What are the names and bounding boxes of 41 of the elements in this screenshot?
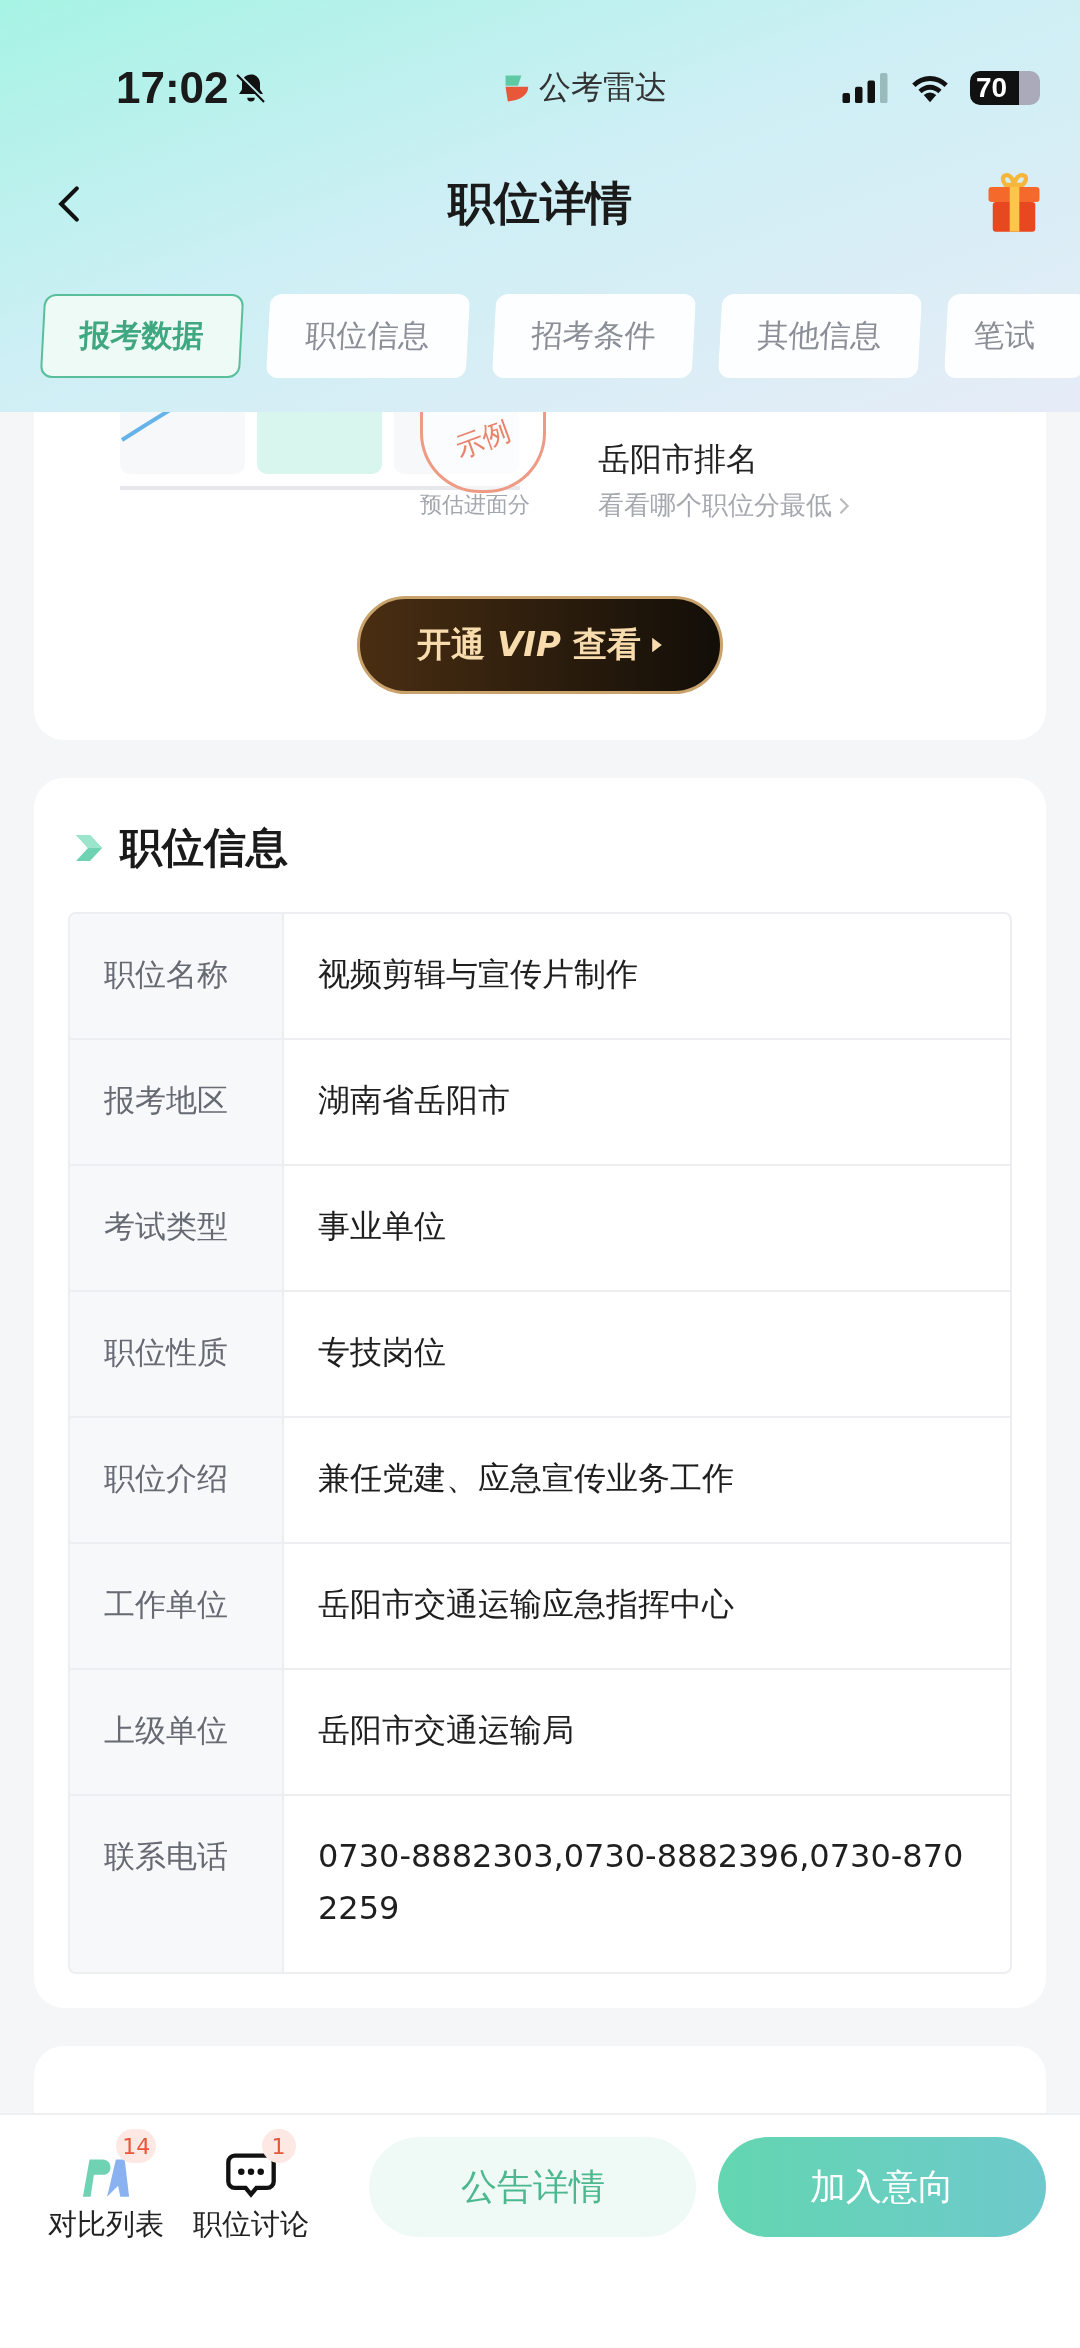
field-value: 0730-8882303,0730-8882396,0730-8702259 [317,1836,965,1929]
field-label: 职位介绍 [70,1418,284,1542]
sample-stamp: 示例 [420,412,546,493]
tab[interactable]: 招考条件 [491,294,697,378]
tab[interactable]: 报考数据 [39,294,245,378]
field-value: 岳阳市交通运输应急指挥中心 [317,1584,735,1625]
field-label: 工作单位 [70,1544,284,1668]
ranking-link[interactable]: 看看哪个职位分最低 [598,488,850,523]
field-value: 事业单位 [317,1206,447,1247]
vip-button[interactable]: 开通 VIP 查看 [357,596,723,694]
count-badge: 14 [116,2129,157,2163]
page-title: 职位详情 [448,175,632,232]
count-badge: 1 [261,2129,296,2163]
field-label: 职位性质 [70,1292,284,1416]
tab[interactable]: 笔试 [943,294,1080,378]
ranking-title: 岳阳市排名 [598,439,759,480]
field-label: 考试类型 [70,1166,284,1290]
back-icon[interactable] [56,184,82,224]
field-value: 岳阳市交通运输局 [317,1710,575,1751]
discussion-button[interactable]: 1 职位讨论 [178,2123,323,2245]
field-value: 专技岗位 [317,1332,447,1373]
axis-label: 预估进面分 [420,491,530,519]
signal-icon [840,73,890,103]
section-title: 职位信息 [120,822,288,874]
field-value: 视频剪辑与宣传片制作 [317,954,639,995]
tab[interactable]: 其他信息 [717,294,923,378]
play-triangle-icon [650,636,663,654]
field-label: 联系电话 [70,1796,284,1972]
field-label: 上级单位 [70,1670,284,1794]
field-value: 湖南省岳阳市 [317,1080,511,1121]
field-value: 兼任党建、应急宣传业务工作 [317,1458,735,1499]
chevron-right-icon [838,495,850,516]
field-label: 报考地区 [70,1040,284,1164]
announcement-button[interactable]: 公告详情 [368,2137,697,2237]
add-intention-button[interactable]: 加入意向 [718,2137,1046,2237]
app-name: 公考雷达 [539,67,668,108]
compare-list-button[interactable]: 14 对比列表 [34,2123,179,2245]
tab[interactable]: 职位信息 [265,294,471,378]
battery-icon: 70 [970,71,1040,105]
field-label: 职位名称 [70,914,284,1038]
status-time: 17:02 [116,63,229,113]
